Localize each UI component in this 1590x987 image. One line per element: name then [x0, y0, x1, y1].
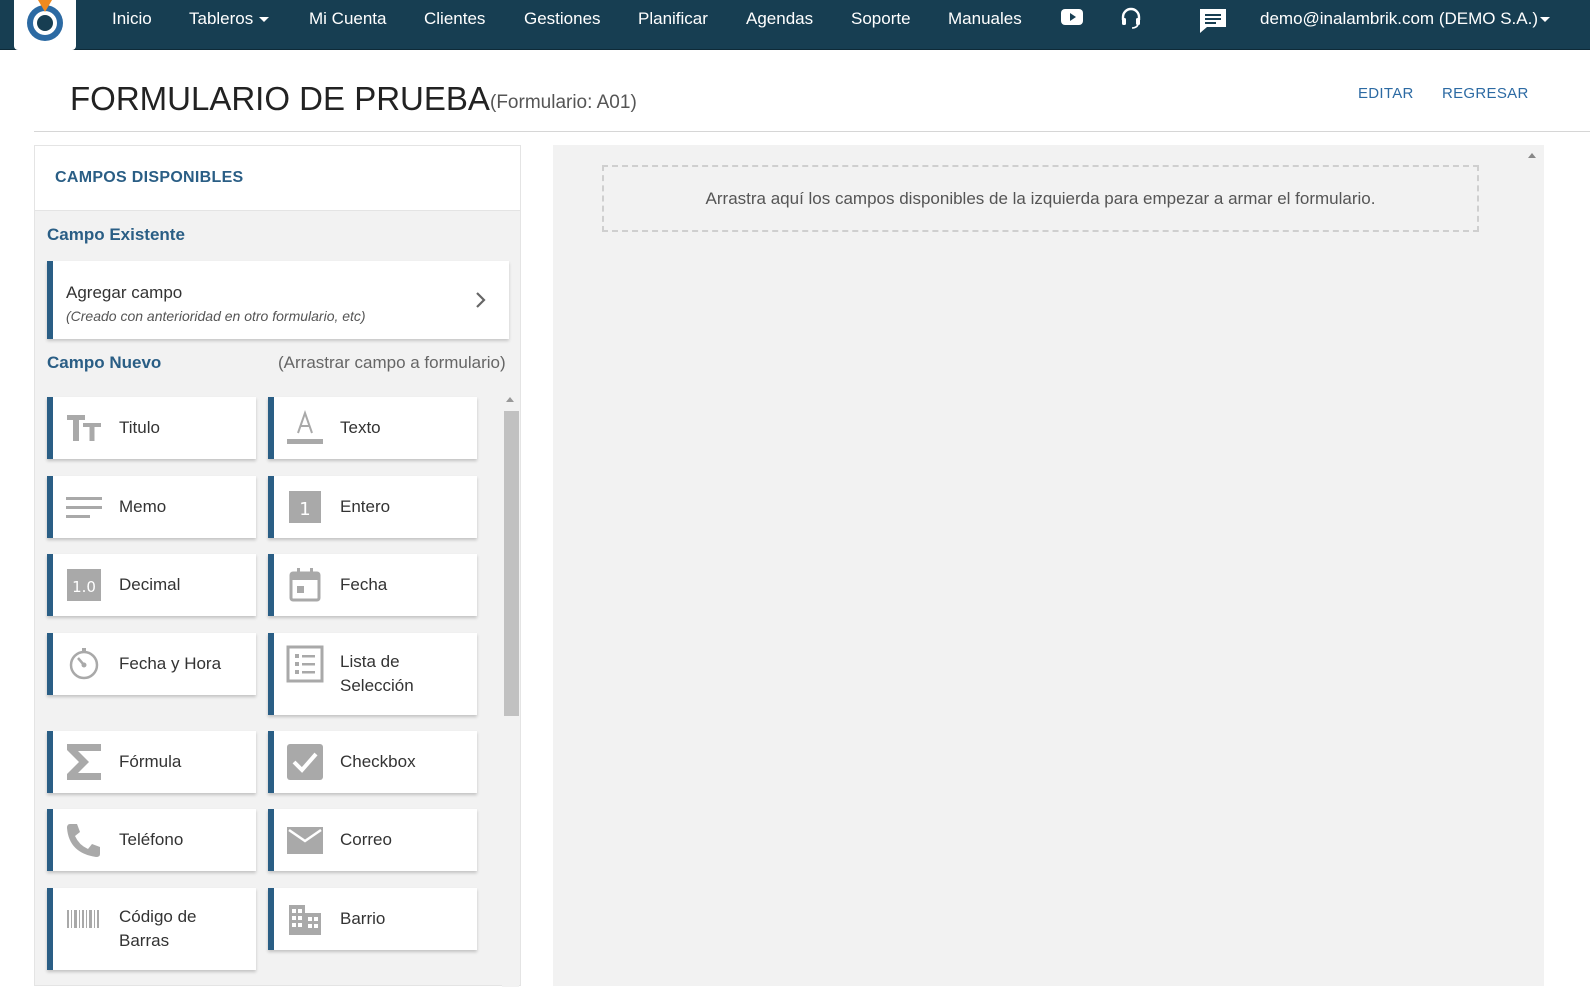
field-label: Memo — [119, 497, 167, 516]
existing-field-heading: Campo Existente — [47, 225, 185, 244]
field-label: Barrio — [340, 909, 386, 928]
field-tile-lista-de-seleccion[interactable]: Lista de Selección — [268, 633, 477, 715]
checkbox-icon — [286, 743, 324, 781]
nav-clientes[interactable]: Clientes — [424, 0, 485, 38]
nav-agendas[interactable]: Agendas — [746, 0, 813, 38]
clock-icon — [65, 645, 103, 683]
field-label: Fecha y Hora — [119, 654, 222, 673]
calendar-icon — [286, 566, 324, 604]
title-icon — [65, 409, 103, 447]
mail-icon — [286, 821, 324, 859]
field-tile-entero[interactable]: 1 Entero — [268, 476, 477, 538]
user-menu[interactable]: demo@inalambrik.com (DEMO S.A.) — [1260, 0, 1550, 38]
fields-scrollbar[interactable] — [502, 391, 519, 987]
panel-header: CAMPOS DISPONIBLES — [35, 146, 520, 211]
field-label: Decimal — [119, 575, 181, 594]
nav-mi-cuenta[interactable]: Mi Cuenta — [309, 0, 386, 38]
integer-icon: 1 — [286, 488, 324, 526]
scroll-up-arrow-icon[interactable] — [506, 397, 514, 402]
new-field-hint: (Arrastrar campo a formulario) — [278, 353, 506, 372]
panel-title: CAMPOS DISPONIBLES — [55, 169, 244, 186]
nav-tableros[interactable]: Tableros — [189, 0, 270, 38]
edit-link[interactable]: EDITAR — [1358, 85, 1414, 102]
field-tile-telefono[interactable]: Teléfono — [47, 809, 256, 871]
field-tile-texto[interactable]: Texto — [268, 397, 477, 459]
youtube-icon[interactable] — [1060, 6, 1084, 33]
nav-inicio[interactable]: Inicio — [112, 0, 152, 38]
building-icon — [286, 900, 324, 938]
field-label: Teléfono — [119, 830, 184, 849]
svg-text:1.0: 1.0 — [72, 578, 96, 596]
canvas-scroll-up-arrow-icon[interactable] — [1528, 153, 1536, 158]
field-tile-checkbox[interactable]: Checkbox — [268, 731, 477, 793]
field-label: Titulo — [119, 418, 160, 437]
text-icon — [286, 409, 324, 447]
field-label: Checkbox — [340, 752, 416, 771]
drop-zone[interactable]: Arrastra aquí los campos disponibles de … — [602, 165, 1479, 232]
field-tile-memo[interactable]: Memo — [47, 476, 256, 538]
field-label: Entero — [340, 497, 391, 516]
chat-icon[interactable] — [1198, 7, 1228, 40]
sigma-icon — [65, 743, 103, 781]
field-label: Correo — [340, 830, 392, 849]
field-tile-fecha[interactable]: Fecha — [268, 554, 477, 616]
nav-manuales[interactable]: Manuales — [948, 0, 1022, 38]
back-link[interactable]: REGRESAR — [1442, 85, 1529, 102]
add-existing-hint: (Creado con anterioridad en otro formula… — [66, 308, 366, 324]
page-title: FORMULARIO DE PRUEBA — [70, 80, 490, 117]
field-tile-titulo[interactable]: Titulo — [47, 397, 256, 459]
list-icon — [286, 645, 324, 683]
field-label: Fecha — [340, 575, 388, 594]
new-field-heading: Campo Nuevo — [47, 353, 162, 372]
nav-planificar[interactable]: Planificar — [638, 0, 708, 38]
field-tile-barrio[interactable]: Barrio — [268, 888, 477, 950]
field-tile-codigo-de-barras[interactable]: Código de Barras — [47, 888, 256, 970]
field-label: Código de Barras — [119, 907, 197, 950]
field-tile-decimal[interactable]: 1.0 Decimal — [47, 554, 256, 616]
field-label: Lista de Selección — [340, 652, 414, 695]
field-label: Fórmula — [119, 752, 182, 771]
chevron-right-icon — [475, 291, 487, 314]
caret-down-icon — [1540, 17, 1550, 23]
phone-icon — [65, 821, 103, 859]
header-divider — [34, 131, 1590, 132]
app-logo[interactable] — [14, 0, 76, 50]
nav-gestiones[interactable]: Gestiones — [524, 0, 601, 38]
headset-icon[interactable] — [1119, 6, 1143, 35]
add-existing-field-button[interactable]: Agregar campo (Creado con anterioridad e… — [47, 261, 509, 339]
field-tile-correo[interactable]: Correo — [268, 809, 477, 871]
nav-soporte[interactable]: Soporte — [851, 0, 911, 38]
new-fields-list: Titulo Texto Memo 1 Entero 1.0 Decimal F… — [35, 391, 520, 987]
page-subtitle: (Formulario: A01) — [490, 92, 637, 113]
memo-icon — [65, 488, 103, 526]
scrollbar-thumb[interactable] — [504, 411, 519, 716]
decimal-icon: 1.0 — [65, 566, 103, 604]
field-tile-fecha-y-hora[interactable]: Fecha y Hora — [47, 633, 256, 695]
caret-down-icon — [259, 17, 270, 23]
add-existing-label: Agregar campo — [66, 283, 183, 302]
field-label: Texto — [340, 418, 381, 437]
field-tile-formula[interactable]: Fórmula — [47, 731, 256, 793]
drop-zone-text: Arrastra aquí los campos disponibles de … — [705, 189, 1376, 208]
svg-text:1: 1 — [299, 499, 310, 520]
form-canvas[interactable]: Arrastra aquí los campos disponibles de … — [553, 145, 1544, 986]
available-fields-panel: CAMPOS DISPONIBLES Campo Existente Agreg… — [34, 145, 521, 987]
top-navbar: Inicio Tableros Mi Cuenta Clientes Gesti… — [0, 0, 1590, 50]
barcode-icon — [65, 900, 103, 938]
